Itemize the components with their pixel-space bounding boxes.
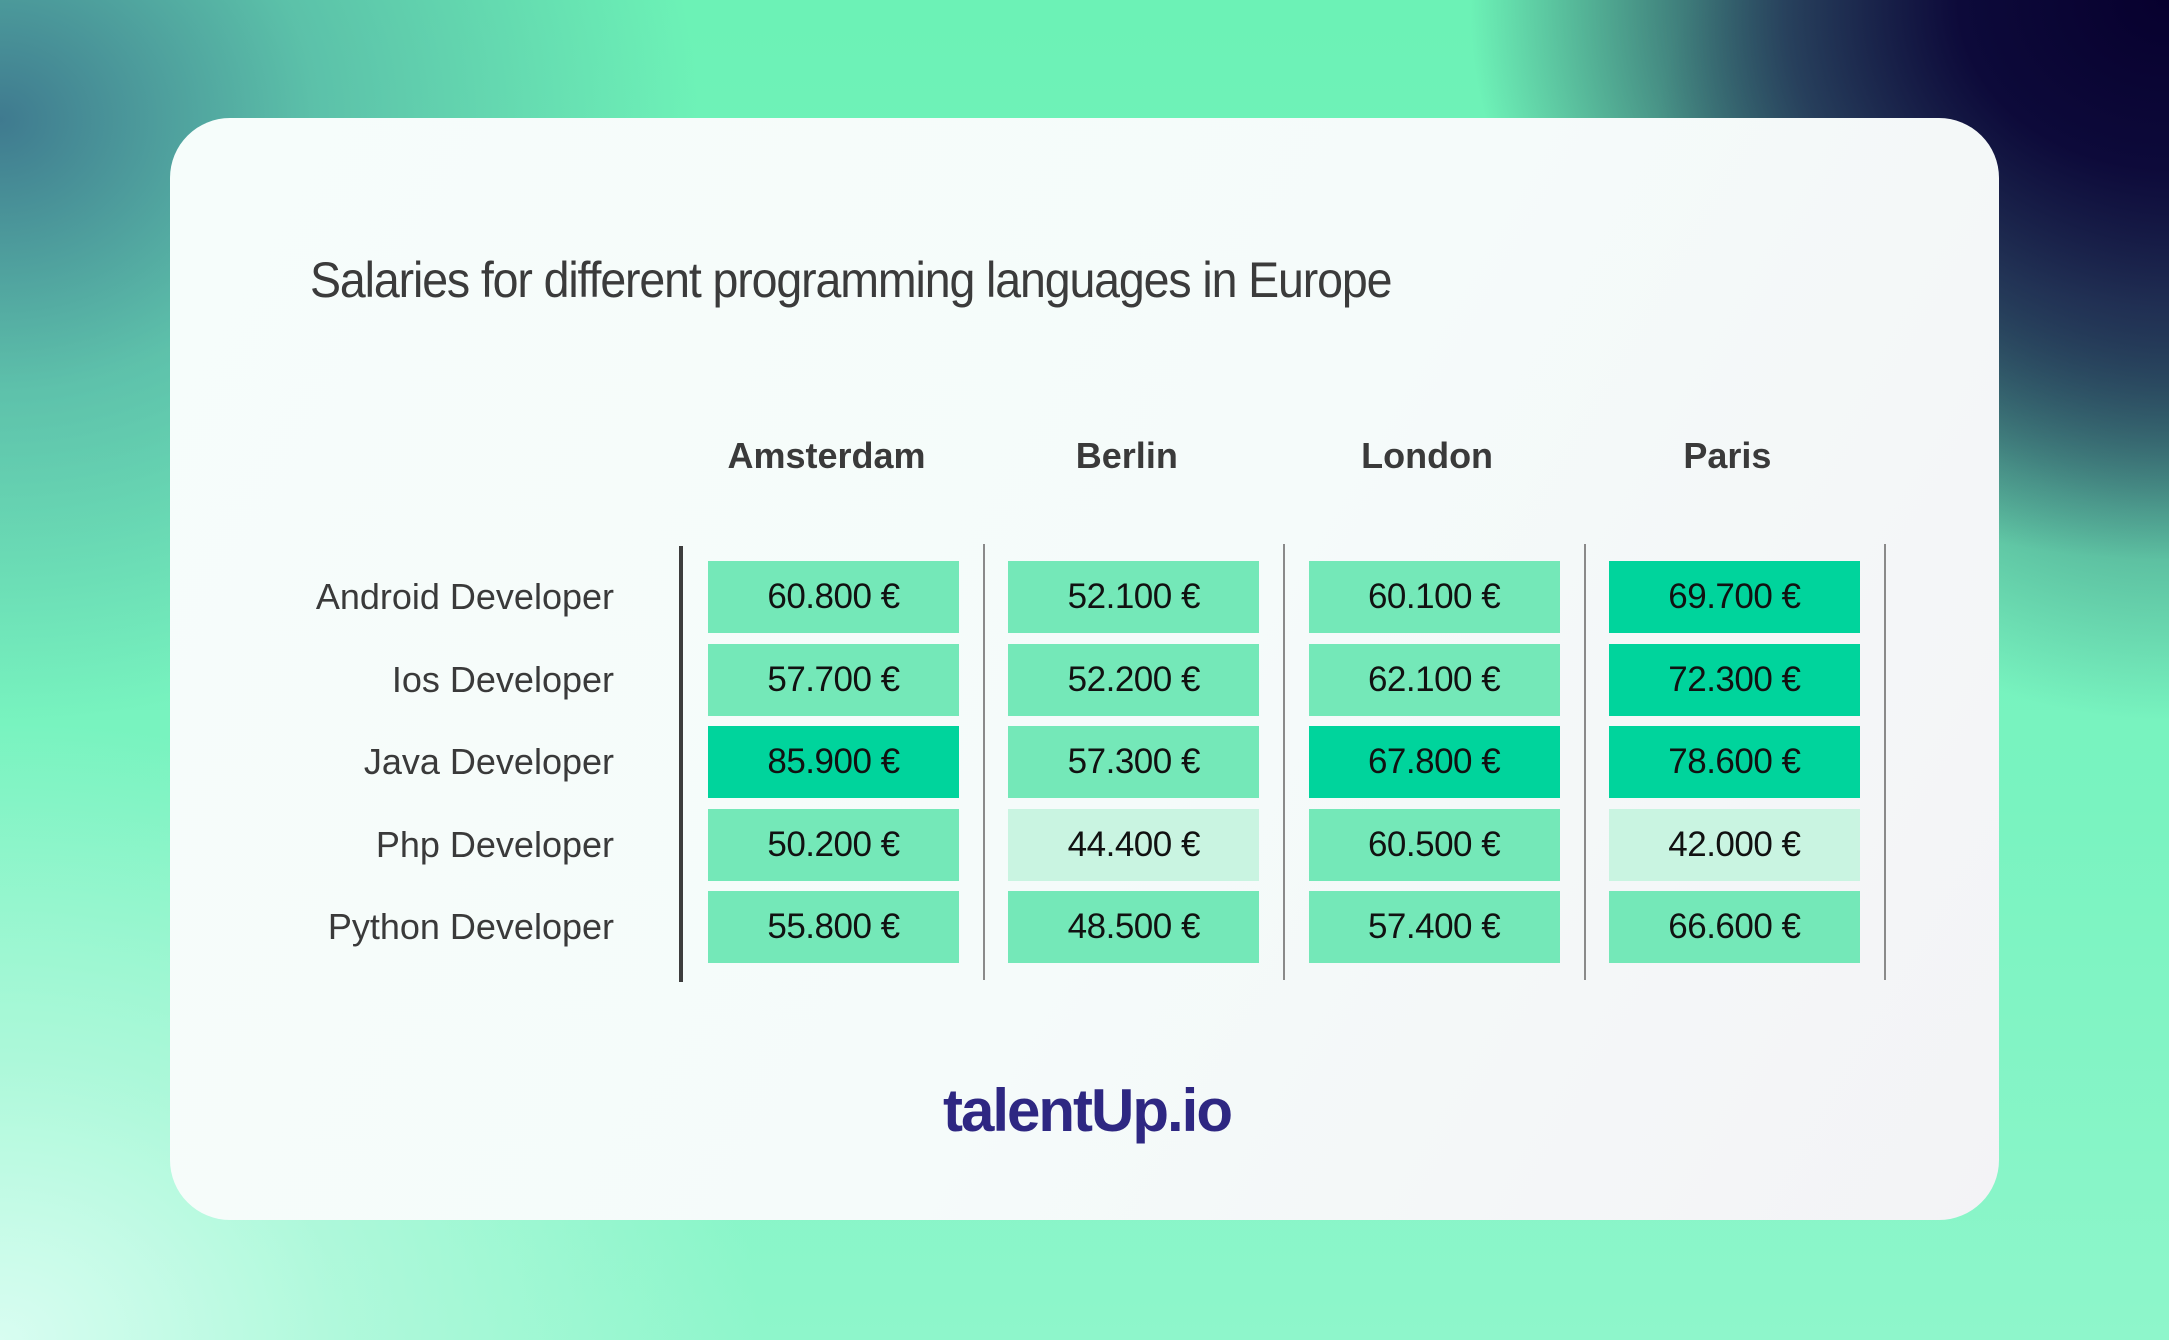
column-divider [1583,544,1586,980]
salary-cell: 60.100 € [1308,561,1560,633]
salary-cell: 55.800 € [708,891,959,963]
salary-cell: 42.000 € [1608,808,1860,881]
salary-cell: 67.800 € [1308,726,1560,798]
row-label-php-developer: Php Developer [375,823,614,865]
salary-cell: 78.600 € [1608,726,1860,798]
column-header-amsterdam: Amsterdam [727,435,926,476]
column-header-berlin: Berlin [1075,435,1178,476]
salary-cell: 48.500 € [1008,891,1260,963]
salary-cell: 50.200 € [708,808,959,881]
salary-cell: 57.700 € [708,643,959,716]
row-label-python-developer: Python Developer [327,906,614,947]
salary-cell: 62.100 € [1308,643,1560,716]
salary-cell: 69.700 € [1608,561,1860,633]
salary-cell: 52.100 € [1008,561,1260,633]
row-label-ios-developer: Ios Developer [391,658,614,700]
column-divider [983,544,985,980]
salary-cell: 60.800 € [708,561,959,633]
column-divider [1283,544,1286,980]
row-label-android-developer: Android Developer [315,576,614,617]
row-label-java-developer: Java Developer [363,741,614,782]
row-axis-line [679,546,683,982]
salary-cell: 66.600 € [1608,891,1860,963]
salary-cell: 72.300 € [1608,643,1860,716]
chart-title: Salaries for different programming langu… [310,252,1392,308]
talentup-logo: talentUp.io [943,1077,1233,1144]
salary-cell: 44.400 € [1008,808,1260,881]
column-divider [1883,544,1886,980]
column-header-paris: Paris [1683,435,1772,476]
salary-cell: 57.400 € [1308,891,1560,963]
salary-cell: 85.900 € [708,726,959,798]
column-header-london: London [1361,435,1494,476]
salary-cell: 57.300 € [1008,726,1260,798]
salary-cell: 60.500 € [1308,808,1560,881]
salary-cell: 52.200 € [1008,643,1260,716]
